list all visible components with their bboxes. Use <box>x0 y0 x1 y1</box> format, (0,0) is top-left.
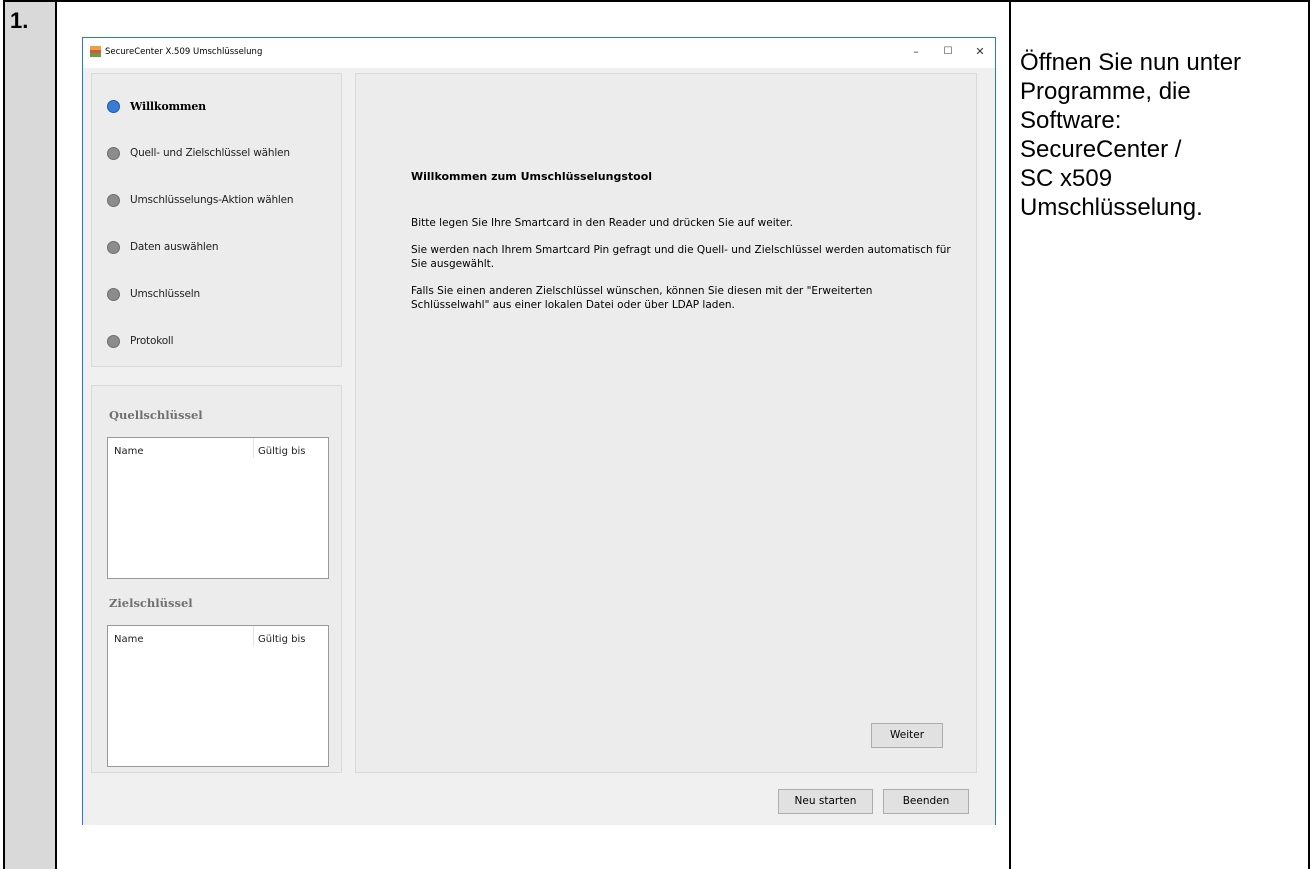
step-indicator-icon <box>107 194 120 207</box>
instruction-paragraph: Sie werden nach Ihrem Smartcard Pin gefr… <box>411 243 951 271</box>
step-label: Protokoll <box>130 335 174 347</box>
instruction-paragraph: Bitte legen Sie Ihre Smartcard in den Re… <box>411 217 793 229</box>
step-indicator-icon <box>107 241 120 254</box>
quit-button[interactable]: Beenden <box>883 789 969 814</box>
wizard-steps-panel: Willkommen Quell- und Zielschlüssel wähl… <box>91 73 342 367</box>
column-header-valid-until[interactable]: Gültig bis <box>258 634 305 645</box>
source-key-heading: Quellschlüssel <box>109 408 203 422</box>
paragraph-line: Schlüsselwahl" aus einer lokalen Datei o… <box>411 299 735 311</box>
step-label: Willkommen <box>130 100 206 113</box>
window-title: SecureCenter X.509 Umschlüsselung <box>105 47 263 57</box>
target-key-heading: Zielschlüssel <box>109 596 193 610</box>
app-icon <box>90 46 101 57</box>
step-number-column: 1. <box>5 2 57 869</box>
restart-button[interactable]: Neu starten <box>778 789 873 814</box>
description-line: Umschlüsselung. <box>1020 194 1203 221</box>
description-line: SC x509 <box>1020 165 1113 192</box>
target-key-list[interactable]: Name Gültig bis <box>107 625 329 767</box>
step-description: Öffnen Sie nun unter Programme, die Soft… <box>1020 48 1310 222</box>
paragraph-line: Sie werden nach Ihrem Smartcard Pin gefr… <box>411 244 951 256</box>
step-label: Umschlüsselungs-Aktion wählen <box>130 194 294 206</box>
paragraph-line: Falls Sie einen anderen Zielschlüssel wü… <box>411 285 873 297</box>
next-button[interactable]: Weiter <box>871 723 943 748</box>
description-line: Öffnen Sie nun unter <box>1020 49 1242 76</box>
instruction-paragraph: Falls Sie einen anderen Zielschlüssel wü… <box>411 284 872 312</box>
page-title: Willkommen zum Umschlüsselungstool <box>411 170 653 183</box>
paragraph-line: Sie ausgewählt. <box>411 258 495 270</box>
column-header-name[interactable]: Name <box>114 446 144 457</box>
step-indicator-icon <box>107 147 120 160</box>
column-header-valid-until[interactable]: Gültig bis <box>258 446 305 457</box>
source-key-list[interactable]: Name Gültig bis <box>107 437 329 579</box>
minimize-icon[interactable]: – <box>901 42 931 62</box>
column-header-name[interactable]: Name <box>114 634 144 645</box>
step-number: 1. <box>10 8 29 33</box>
app-window: SecureCenter X.509 Umschlüsselung – ☐ ✕ … <box>82 37 996 825</box>
window-client-area: Willkommen Quell- und Zielschlüssel wähl… <box>83 68 995 825</box>
description-line: SecureCenter / <box>1020 136 1182 163</box>
description-line: Software: <box>1020 107 1122 134</box>
maximize-icon[interactable]: ☐ <box>933 42 963 62</box>
step-label: Quell- und Zielschlüssel wählen <box>130 147 290 159</box>
description-line: Programme, die <box>1020 78 1191 105</box>
step-label: Daten auswählen <box>130 241 219 253</box>
column-divider <box>253 438 254 458</box>
step-indicator-icon <box>107 100 120 113</box>
step-label: Umschlüsseln <box>130 288 200 300</box>
column-divider <box>253 626 254 646</box>
column-divider <box>1009 2 1011 869</box>
main-content-panel: Willkommen zum Umschlüsselungstool Bitte… <box>355 73 977 773</box>
close-icon[interactable]: ✕ <box>965 42 995 62</box>
keys-panel: Quellschlüssel Name Gültig bis Zielschlü… <box>91 385 342 773</box>
title-bar[interactable]: SecureCenter X.509 Umschlüsselung – ☐ ✕ <box>83 38 995 68</box>
step-indicator-icon <box>107 335 120 348</box>
step-indicator-icon <box>107 288 120 301</box>
